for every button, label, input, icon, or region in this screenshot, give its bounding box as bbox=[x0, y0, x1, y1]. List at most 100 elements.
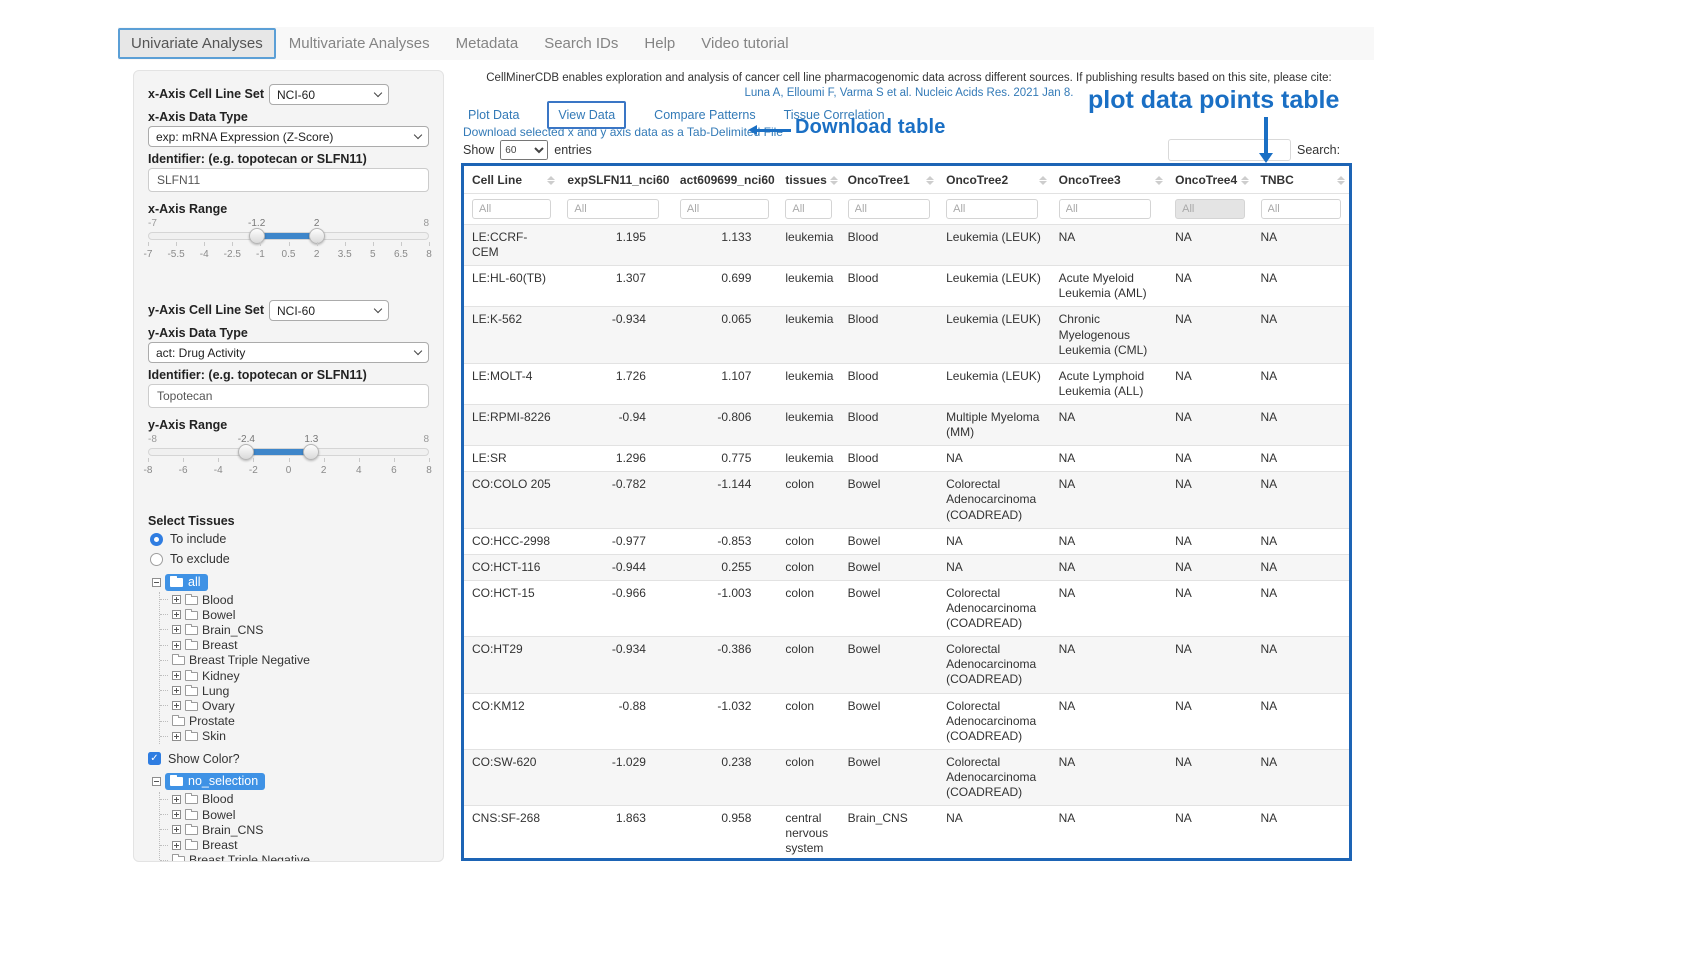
radio-to-include[interactable]: To include bbox=[150, 532, 429, 546]
tree-item-label: Ovary bbox=[202, 699, 235, 713]
tree-item-blood[interactable]: Blood bbox=[160, 592, 429, 607]
x-data-type-select[interactable]: exp: mRNA Expression (Z-Score) bbox=[148, 126, 429, 147]
expand-icon[interactable] bbox=[172, 610, 181, 619]
tree-item-breast[interactable]: Breast bbox=[160, 837, 429, 852]
tree-item-lung[interactable]: Lung bbox=[160, 683, 429, 698]
cell-tissues: colon bbox=[777, 554, 839, 580]
x-identifier-input[interactable] bbox=[148, 168, 429, 192]
expand-icon[interactable] bbox=[172, 841, 181, 850]
download-tsv-link[interactable]: Download selected x and y axis data as a… bbox=[463, 125, 783, 139]
tree-item-prostate[interactable]: Prostate bbox=[160, 714, 429, 729]
column-filter-oncotree1[interactable] bbox=[848, 199, 930, 219]
sort-icon[interactable] bbox=[1337, 176, 1345, 185]
nav-tab-help[interactable]: Help bbox=[631, 29, 688, 58]
x-data-type-label: x-Axis Data Type bbox=[148, 110, 429, 124]
annotation-down-arrow-icon bbox=[1264, 117, 1268, 154]
cell-expslfn11-nci60: -0.934 bbox=[559, 307, 672, 363]
tree-item-brain-cns[interactable]: Brain_CNS bbox=[160, 822, 429, 837]
column-filter-expslfn11-nci60[interactable] bbox=[567, 199, 659, 219]
column-filter-tnbc[interactable] bbox=[1261, 199, 1342, 219]
tree-root-node[interactable]: no_selection bbox=[165, 773, 265, 790]
nav-tab-search-ids[interactable]: Search IDs bbox=[531, 29, 631, 58]
tree-connector bbox=[160, 814, 168, 815]
tree-item-blood[interactable]: Blood bbox=[160, 792, 429, 807]
tree-item-brain-cns[interactable]: Brain_CNS bbox=[160, 622, 429, 637]
column-filter-tissues[interactable] bbox=[785, 199, 831, 219]
column-filter-cell-line[interactable] bbox=[472, 199, 551, 219]
tree-item-breast-triple-negative[interactable]: Breast Triple Negative bbox=[160, 653, 429, 668]
cell-expslfn11-nci60: -0.94 bbox=[559, 404, 672, 445]
column-header-oncotree4[interactable]: OncoTree4 bbox=[1167, 166, 1252, 194]
expand-icon[interactable] bbox=[172, 795, 181, 804]
tree-item-kidney[interactable]: Kidney bbox=[160, 668, 429, 683]
expand-icon[interactable] bbox=[172, 732, 181, 741]
cell-expslfn11-nci60: -0.966 bbox=[559, 580, 672, 636]
tab-plot-data[interactable]: Plot Data bbox=[468, 108, 519, 122]
table-row: CO:HT29-0.934-0.386colonBowelColorectal … bbox=[464, 637, 1349, 693]
nav-tab-metadata[interactable]: Metadata bbox=[443, 29, 532, 58]
cell-cell-line: LE:RPMI-8226 bbox=[464, 404, 559, 445]
column-filter-oncotree4[interactable] bbox=[1175, 199, 1244, 219]
column-header-cell-line[interactable]: Cell Line bbox=[464, 166, 559, 194]
slider-handle-low[interactable] bbox=[238, 444, 254, 460]
cell-act609699-nci60: 0.238 bbox=[672, 749, 777, 805]
tree-item-bowel[interactable]: Bowel bbox=[160, 607, 429, 622]
column-filter-act609699-nci60[interactable] bbox=[680, 199, 769, 219]
tree-item-ovary[interactable]: Ovary bbox=[160, 698, 429, 713]
expand-icon[interactable] bbox=[172, 810, 181, 819]
sort-icon[interactable] bbox=[547, 176, 555, 185]
sort-icon[interactable] bbox=[1039, 176, 1047, 185]
nav-tab-univariate-analyses[interactable]: Univariate Analyses bbox=[118, 28, 276, 59]
cell-oncotree1: Bowel bbox=[840, 637, 938, 693]
cell-oncotree1: Blood bbox=[840, 307, 938, 363]
column-header-oncotree3[interactable]: OncoTree3 bbox=[1051, 166, 1168, 194]
column-header-tnbc[interactable]: TNBC bbox=[1253, 166, 1350, 194]
tree-root-node[interactable]: all bbox=[165, 574, 208, 591]
nav-tab-video-tutorial[interactable]: Video tutorial bbox=[688, 29, 801, 58]
entries-select[interactable]: 60 bbox=[500, 140, 548, 160]
radio-to-exclude[interactable]: To exclude bbox=[150, 552, 429, 566]
data-table: Cell LineexpSLFN11_nci60act609699_nci60t… bbox=[464, 166, 1349, 861]
cell-oncotree1: Blood bbox=[840, 225, 938, 266]
tree-item-breast-triple-negative[interactable]: Breast Triple Negative bbox=[160, 853, 429, 862]
y-data-type-select[interactable]: act: Drug Activity bbox=[148, 342, 429, 363]
expand-icon[interactable] bbox=[172, 595, 181, 604]
column-filter-oncotree2[interactable] bbox=[946, 199, 1038, 219]
sort-icon[interactable] bbox=[830, 176, 838, 185]
show-color-checkbox[interactable]: ✓ Show Color? bbox=[148, 752, 429, 766]
cell-cell-line: CO:HCT-15 bbox=[464, 580, 559, 636]
y-cell-line-set-value: NCI-60 bbox=[277, 304, 315, 318]
column-header-oncotree2[interactable]: OncoTree2 bbox=[938, 166, 1051, 194]
tree-item-bowel[interactable]: Bowel bbox=[160, 807, 429, 822]
expand-icon[interactable] bbox=[172, 825, 181, 834]
table-header-row: Cell LineexpSLFN11_nci60act609699_nci60t… bbox=[464, 166, 1349, 194]
collapse-icon[interactable] bbox=[152, 578, 161, 587]
cell-oncotree4: NA bbox=[1167, 528, 1252, 554]
sort-icon[interactable] bbox=[1241, 176, 1249, 185]
collapse-icon[interactable] bbox=[152, 777, 161, 786]
column-header-act609699-nci60[interactable]: act609699_nci60 bbox=[672, 166, 777, 194]
expand-icon[interactable] bbox=[172, 625, 181, 634]
expand-icon[interactable] bbox=[172, 686, 181, 695]
x-cell-line-set-select[interactable]: NCI-60 bbox=[269, 84, 389, 105]
column-header-expslfn11-nci60[interactable]: expSLFN11_nci60 bbox=[559, 166, 672, 194]
column-header-tissues[interactable]: tissues bbox=[777, 166, 839, 194]
sort-icon[interactable] bbox=[1155, 176, 1163, 185]
tree-item-skin[interactable]: Skin bbox=[160, 729, 429, 744]
cell-oncotree3: NA bbox=[1051, 225, 1168, 266]
expand-icon[interactable] bbox=[172, 641, 181, 650]
y-identifier-input[interactable] bbox=[148, 384, 429, 408]
slider-handle-low[interactable] bbox=[249, 228, 265, 244]
y-range-slider[interactable]: -88-2.41.3-8-6-4-202468 bbox=[148, 434, 429, 480]
tab-compare-patterns[interactable]: Compare Patterns bbox=[654, 108, 755, 122]
sort-icon[interactable] bbox=[926, 176, 934, 185]
column-filter-oncotree3[interactable] bbox=[1059, 199, 1151, 219]
slider-handle-high[interactable] bbox=[303, 444, 319, 460]
column-header-oncotree1[interactable]: OncoTree1 bbox=[840, 166, 938, 194]
expand-icon[interactable] bbox=[172, 671, 181, 680]
nav-tab-multivariate-analyses[interactable]: Multivariate Analyses bbox=[276, 29, 443, 58]
x-range-slider[interactable]: -78-1.22-7-5.5-4-2.5-10.523.556.58 bbox=[148, 218, 429, 264]
tree-item-breast[interactable]: Breast bbox=[160, 638, 429, 653]
y-cell-line-set-select[interactable]: NCI-60 bbox=[269, 300, 389, 321]
expand-icon[interactable] bbox=[172, 701, 181, 710]
